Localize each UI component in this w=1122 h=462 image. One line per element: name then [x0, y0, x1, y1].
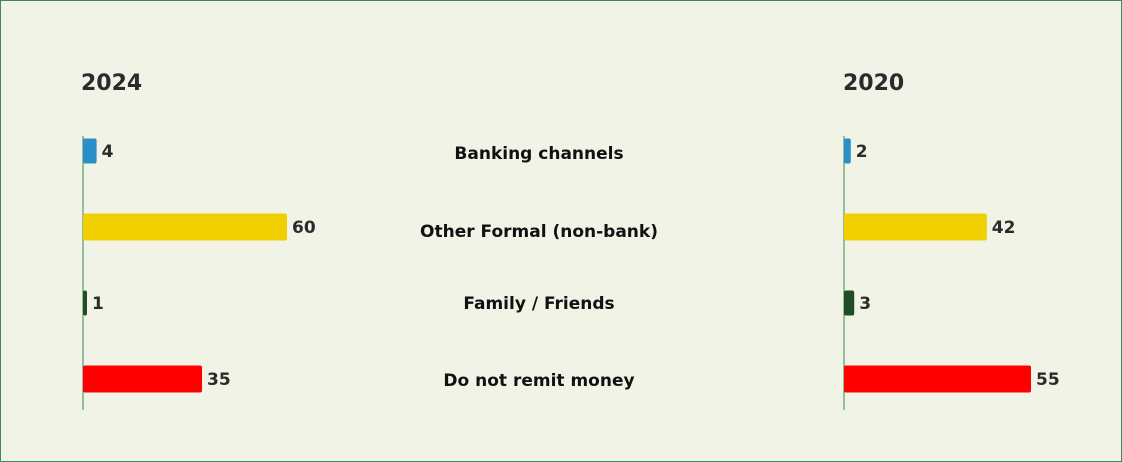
- value-label-2024-family-friends: 1: [92, 294, 104, 314]
- category-label-other-formal: Other Formal (non-bank): [420, 222, 658, 242]
- chart-frame: 2024 2020 Banking channels Other Formal …: [0, 0, 1122, 462]
- value-label-2020-other-formal-non-bank: 42: [992, 218, 1016, 238]
- bar-2024-banking-channels: [83, 138, 97, 164]
- category-label-do-not-remit: Do not remit money: [443, 371, 634, 391]
- category-label-family-friends: Family / Friends: [463, 294, 614, 314]
- bar-2024-other-formal-non-bank: [83, 213, 287, 241]
- remittance-channel-bar-chart: 2024 2020 Banking channels Other Formal …: [81, 71, 1060, 410]
- category-label-banking-channels: Banking channels: [454, 144, 623, 164]
- value-label-2020-do-not-remit-money: 55: [1036, 370, 1060, 390]
- bar-2024-family-friends: [83, 290, 87, 316]
- panel-title-2020: 2020: [843, 71, 904, 96]
- value-label-2024-do-not-remit-money: 35: [207, 370, 231, 390]
- bar-2020-banking-channels: [844, 138, 851, 164]
- panel-2024: 4 60 1 35: [82, 136, 316, 410]
- value-label-2024-banking-channels: 4: [102, 142, 114, 162]
- value-label-2020-banking-channels: 2: [856, 142, 868, 162]
- value-label-2024-other-formal-non-bank: 60: [292, 218, 316, 238]
- value-label-2020-family-friends: 3: [859, 294, 871, 314]
- panel-2020: 2 42 3 55: [843, 136, 1060, 410]
- panel-title-2024: 2024: [81, 71, 142, 96]
- bar-2020-do-not-remit-money: [844, 365, 1031, 393]
- bar-2024-do-not-remit-money: [83, 365, 202, 393]
- bar-2020-other-formal-non-bank: [844, 213, 987, 241]
- bar-2020-family-friends: [844, 290, 855, 316]
- category-labels: Banking channels Other Formal (non-bank)…: [420, 144, 658, 391]
